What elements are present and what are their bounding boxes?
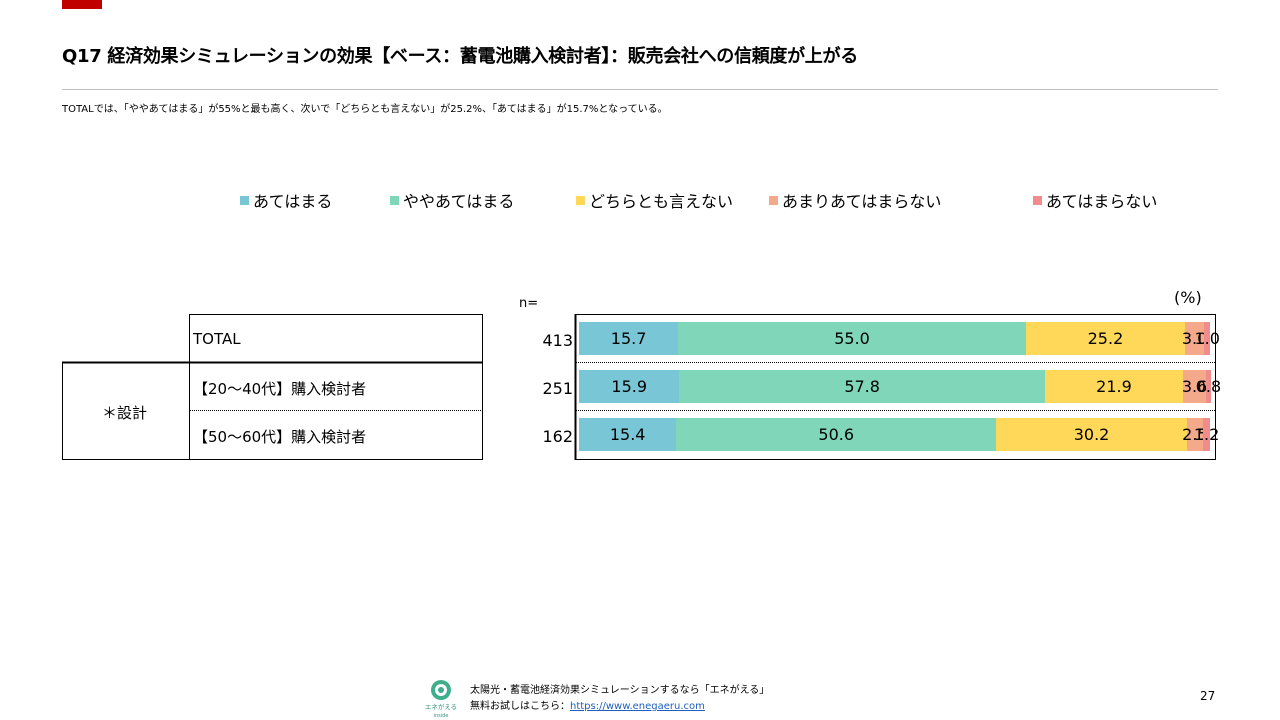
data-label-row3-series5: 1.2: [1193, 425, 1220, 444]
row-label-total: TOTAL: [193, 330, 241, 348]
data-label-row2-series2: 57.8: [844, 377, 880, 396]
data-label-row3-series2: 50.6: [818, 425, 855, 444]
footer-line2: 無料お試しはこちら：https://www.enegaeru.com: [470, 699, 769, 715]
data-label-row2-series3: 21.9: [1096, 377, 1132, 396]
n-value-total: 413: [542, 331, 573, 350]
footer-line1: 太陽光・蓄電池経済効果シミュレーションするなら「エネがえる」: [470, 685, 770, 696]
footer-link[interactable]: https://www.enegaeru.com: [570, 701, 705, 712]
row-label-20-40: 【20～40代】購入検討者: [193, 380, 367, 398]
footer-text: 太陽光・蓄電池経済効果シミュレーションするなら「エネがえる」 無料お試しはこちら…: [470, 683, 769, 715]
data-label-row1-series1: 15.7: [610, 329, 647, 348]
data-label-row2-series1: 15.9: [611, 377, 648, 396]
logo-subtext: inside: [434, 713, 449, 719]
enegaeru-logo: エネがえる inside: [425, 680, 457, 719]
data-label-row1-series2: 55.0: [834, 329, 870, 348]
footer-link-prefix: 無料お試しはこちら：: [470, 701, 570, 712]
logo-text: エネがえる: [425, 702, 457, 711]
n-value-50-60: 162: [542, 427, 573, 446]
data-label-row1-series3: 25.2: [1087, 329, 1124, 348]
row-label-50-60: 【50～60代】購入検討者: [193, 428, 367, 446]
data-label-row1-series5: 1.0: [1194, 329, 1220, 348]
page-number: 27: [1200, 689, 1216, 703]
data-label-row2-series5: 0.8: [1195, 377, 1222, 396]
group-label: ＊設計: [102, 404, 148, 422]
table-grid: [62, 314, 1216, 460]
data-label-row3-series3: 30.2: [1073, 425, 1110, 444]
data-label-row3-series1: 15.4: [609, 425, 646, 444]
n-value-20-40: 251: [542, 379, 573, 398]
